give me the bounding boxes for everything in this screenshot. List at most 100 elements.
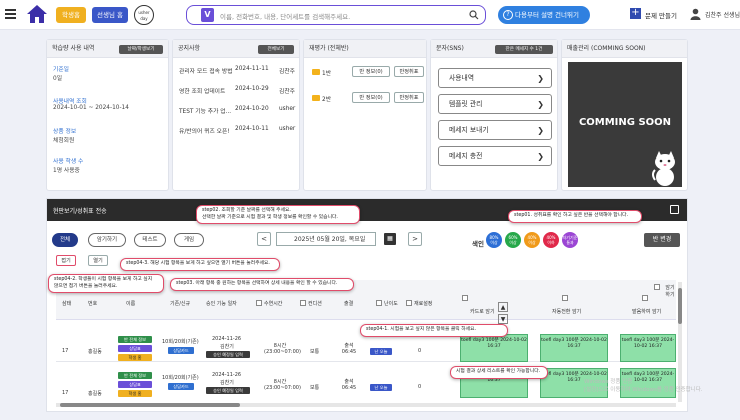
row-consult-card[interactable]: 상담카드 xyxy=(168,383,194,390)
user-icon[interactable] xyxy=(690,8,701,20)
notice-all-button[interactable]: 전체보기 xyxy=(258,45,294,54)
sms-menu-label: 메세지 충전 xyxy=(449,152,483,160)
sms-menu-label: 템플릿 관리 xyxy=(449,100,483,108)
user-name[interactable]: 김찬주 선생님 xyxy=(705,10,740,19)
legend-40-down: 40% 이하 xyxy=(543,232,559,248)
table-row[interactable]: 17 홍길동 반 전체 정보 상담표 학생 홈 10회/20회(기존) 상담카드… xyxy=(56,364,676,400)
results-table: 암기하기 삼태 번호 이름 기존/신규 승인 기능 일자 수연시간 컨디션 출결… xyxy=(56,280,676,400)
row-tag-student-home[interactable]: 학생 홈 xyxy=(118,354,152,361)
col-sleep-time: 수연시간 xyxy=(264,301,283,307)
notice-title: TEST 기능 추가 업... xyxy=(179,109,232,115)
class-report-button[interactable]: 반정취표 xyxy=(394,92,424,103)
reexam-card-title: 재평가 (전체반) xyxy=(304,40,426,58)
row-date: 2024-11-26 xyxy=(212,372,242,378)
search-input[interactable]: 이름, 전화번호, 내용, 단어세트를 검색해주세요. xyxy=(220,11,350,21)
notice-row[interactable]: 관리자 모드 접속 방법 2024-11-11 김찬주 xyxy=(179,66,297,76)
row-tag-class-info[interactable]: 반 전체 정보 xyxy=(118,372,152,379)
notice-date: 2024-10-29 xyxy=(235,86,269,92)
coming-soon-banner: COMMING SOON xyxy=(568,62,682,187)
avatar[interactable]: usher day xyxy=(134,5,154,25)
row-date: 2024-11-26 xyxy=(212,336,242,342)
card-memorize-cell[interactable]: toefl day3 100분 2024-10-02 16:37 xyxy=(460,334,528,362)
col-checkbox[interactable] xyxy=(406,300,412,306)
row-difficulty-tag[interactable]: 난 오늘 xyxy=(370,384,392,391)
fullscreen-icon[interactable] xyxy=(670,205,679,214)
class-info-button[interactable]: 반 정보(0) xyxy=(352,92,390,103)
col-checkbox[interactable] xyxy=(562,295,568,301)
row-approve-input[interactable]: 승인 예정일 입력 xyxy=(206,387,250,394)
col-name: 이름 xyxy=(126,301,136,307)
row-approve-input[interactable]: 승인 예정일 입력 xyxy=(206,351,250,358)
legend-label: 색인 xyxy=(472,240,484,248)
chevron-right-icon: ❯ xyxy=(537,100,544,109)
legend-80-up: 80% 이상 xyxy=(486,232,502,248)
sms-charge-menu[interactable]: 메세지 충전 ❯ xyxy=(438,146,552,166)
row-tag-consult[interactable]: 상담표 xyxy=(118,381,152,388)
sms-send-menu[interactable]: 메세지 보내기 ❯ xyxy=(438,120,552,140)
sms-history-menu[interactable]: 사용내역 ❯ xyxy=(438,68,552,88)
row-tag-class-info[interactable]: 반 전체 정보 xyxy=(118,336,152,343)
notice-author: 김찬주 xyxy=(279,89,295,95)
sms-template-menu[interactable]: 템플릿 관리 ❯ xyxy=(438,94,552,114)
tab-memorize[interactable]: 암기하기 xyxy=(88,233,126,247)
class-report-button[interactable]: 반정취표 xyxy=(394,66,424,77)
sort-up-icon[interactable]: ▲ xyxy=(498,302,508,312)
teacher-home-button[interactable]: 선생님 홈 xyxy=(92,7,128,23)
next-date-button[interactable]: > xyxy=(408,232,422,246)
class-change-button[interactable]: 반 변경 xyxy=(644,233,680,247)
row-tag-student-home[interactable]: 학생 홈 xyxy=(118,390,152,397)
search-icon[interactable] xyxy=(469,10,479,20)
auto-memorize-cell[interactable]: toefl day3 100분 2024-10-02 16:37 xyxy=(540,334,608,362)
notice-row[interactable]: 영한 조회 업데이트 2024-10-29 김찬주 xyxy=(179,86,297,96)
memorize-checkbox[interactable] xyxy=(654,284,660,290)
sales-card: 매출관리 (COMMING SOON) COMMING SOON xyxy=(561,39,688,191)
collapse-button[interactable]: 접기 xyxy=(56,255,76,266)
learning-card: 학습량 사용 내역 날짜/학생보기 기준일 0일 사용내역 조회 2024-10… xyxy=(46,39,169,191)
menu-icon[interactable] xyxy=(5,9,16,19)
calendar-icon[interactable]: ▦ xyxy=(384,233,396,245)
tab-test[interactable]: 테스트 xyxy=(134,233,166,247)
tooltip-step04-2: step04-2. 학생들이 시험 항목을 보게 하고 싶지 않으면 접기 버튼… xyxy=(48,274,164,294)
memorize-header: 암기하기 xyxy=(665,285,675,298)
plus-icon[interactable]: + xyxy=(630,8,641,19)
class-info-button[interactable]: 반 정보(0) xyxy=(352,66,390,77)
chevron-right-icon: ❯ xyxy=(537,74,544,83)
learning-detail-button[interactable]: 날짜/학생보기 xyxy=(119,45,163,54)
prev-date-button[interactable]: < xyxy=(257,232,271,246)
home-icon[interactable] xyxy=(26,4,48,24)
search-bar[interactable]: V 이름, 전화번호, 내용, 단어세트를 검색해주세요. xyxy=(186,5,486,25)
skip-guide-button[interactable]: ? 다용부터 설명 건너뛰기 xyxy=(498,6,590,24)
col-checkbox[interactable] xyxy=(300,300,306,306)
make-problem-button[interactable]: 문제 만들기 xyxy=(645,10,677,20)
col-checkbox[interactable] xyxy=(256,300,262,306)
class-label: 1반 xyxy=(322,71,332,77)
row-material: 0 xyxy=(418,348,422,354)
notice-row[interactable]: TEST 기능 추가 업... 2024-10-20 usher xyxy=(179,106,297,116)
col-checkbox[interactable] xyxy=(462,295,468,301)
col-number: 번호 xyxy=(88,301,98,307)
row-state: 17 xyxy=(62,390,69,396)
row-sleep-time: 8시간 (23:00~07:00) xyxy=(264,343,301,355)
notice-row[interactable]: 유/반의어 퀴즈 오픈! 2024-10-11 usher xyxy=(179,126,297,136)
date-field[interactable]: 2025년 05월 20일, 목요일 xyxy=(276,232,376,246)
sms-count-button[interactable]: 잔은 메세지 수 1건 xyxy=(495,45,553,54)
speak-memorize-cell[interactable]: toefl day3 100분 2024-10-02 16:37 xyxy=(620,334,676,362)
student-count-value: 1명 사용중 xyxy=(53,168,80,174)
col-difficulty: 난이도 xyxy=(384,301,398,307)
notice-card: 공지사항 전체보기 관리자 모드 접속 방법 2024-11-11 김찬주 영한… xyxy=(172,39,300,191)
col-checkbox[interactable] xyxy=(376,300,382,306)
student-home-button[interactable]: 학생홈 xyxy=(56,7,86,23)
period-value: 2024-10-01 ~ 2024-10-14 xyxy=(53,105,129,111)
row-tag-consult[interactable]: 상담표 xyxy=(118,345,152,352)
col-checkbox[interactable] xyxy=(642,295,648,301)
row-difficulty-tag[interactable]: 난 오늘 xyxy=(370,348,392,355)
tab-game[interactable]: 게임 xyxy=(174,233,204,247)
notice-title: 영한 조회 업데이트 xyxy=(179,89,226,95)
row-consult-card[interactable]: 상담카드 xyxy=(168,347,194,354)
col-approve-date: 승인 기능 일자 xyxy=(206,301,237,307)
horizontal-scrollbar[interactable] xyxy=(56,403,676,407)
row-sleep-time: 8시간 (23:00~07:00) xyxy=(264,379,301,391)
expand-button[interactable]: 열기 xyxy=(88,255,108,266)
tab-all[interactable]: 전체 xyxy=(52,233,78,247)
sms-menu-label: 메세지 보내기 xyxy=(449,126,489,134)
